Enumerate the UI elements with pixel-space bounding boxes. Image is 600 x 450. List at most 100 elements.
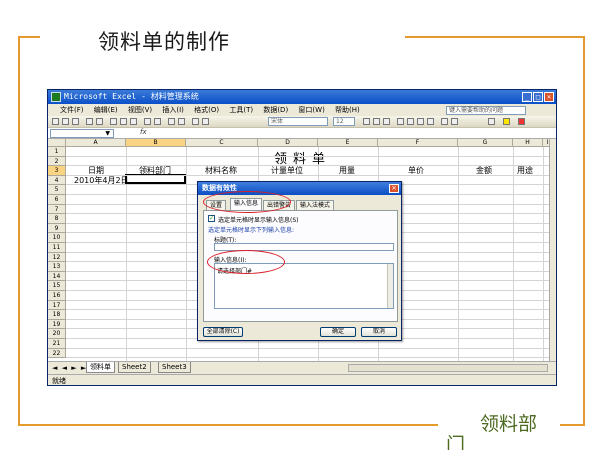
row-header[interactable]: 18 — [48, 310, 66, 320]
horizontal-scrollbar[interactable] — [348, 364, 548, 372]
sort-icon[interactable] — [178, 118, 185, 125]
save-icon[interactable] — [72, 118, 79, 125]
menu-edit[interactable]: 编辑(E) — [94, 106, 118, 114]
slide-title: 领料单的制作 — [98, 30, 230, 54]
menu-format[interactable]: 格式(O) — [194, 106, 219, 114]
vertical-scrollbar[interactable] — [549, 139, 556, 361]
column-header-e[interactable]: E — [318, 139, 378, 147]
tab-sheet3[interactable]: Sheet3 — [158, 362, 191, 373]
row-header[interactable]: 7 — [48, 204, 66, 215]
row-header[interactable]: 3 — [48, 166, 66, 176]
column-header-a[interactable]: A — [66, 139, 126, 147]
row-header[interactable]: 6 — [48, 195, 66, 205]
menu-help[interactable]: 帮助(H) — [335, 106, 360, 114]
column-header-c[interactable]: C — [186, 139, 258, 147]
highlight-oval-message — [207, 250, 285, 274]
chart-icon[interactable] — [192, 118, 199, 125]
row-header[interactable]: 14 — [48, 271, 66, 282]
new-icon[interactable] — [52, 118, 59, 125]
open-icon[interactable] — [62, 118, 69, 125]
toolbar: 宋体 12 — [48, 116, 556, 128]
row-header[interactable]: 11 — [48, 243, 66, 253]
align-left-icon[interactable] — [397, 118, 404, 125]
menu-tools[interactable]: 工具(T) — [229, 106, 253, 114]
preview-icon[interactable] — [96, 118, 103, 125]
excel-logo-icon — [51, 92, 61, 102]
fill-color-icon[interactable] — [503, 118, 510, 125]
row-header[interactable]: 8 — [48, 214, 66, 224]
highlight-oval-tabs — [203, 191, 291, 213]
font-name-select[interactable]: 宋体 — [268, 117, 328, 126]
frame-left-line — [18, 36, 20, 426]
row-header[interactable]: 15 — [48, 281, 66, 291]
currency-icon[interactable] — [441, 118, 448, 125]
ok-button[interactable]: 确定 — [320, 327, 356, 337]
clear-all-button[interactable]: 全部清除(C) — [203, 327, 243, 337]
undo-icon[interactable] — [144, 118, 151, 125]
tab-sheet-requisition[interactable]: 领料单 — [86, 362, 115, 373]
bold-icon[interactable] — [363, 118, 370, 125]
column-header-h[interactable]: H — [513, 139, 543, 147]
cut-icon[interactable] — [110, 118, 117, 125]
tab-sheet2[interactable]: Sheet2 — [118, 362, 151, 373]
row-header[interactable]: 13 — [48, 262, 66, 272]
close-button[interactable]: × — [544, 92, 554, 102]
paste-icon[interactable] — [130, 118, 137, 125]
column-header-g[interactable]: G — [458, 139, 513, 147]
percent-icon[interactable] — [451, 118, 458, 125]
row-header[interactable]: 19 — [48, 319, 66, 330]
gridline-horizontal — [66, 155, 551, 157]
row-header[interactable]: 4 — [48, 175, 66, 186]
column-header-f[interactable]: F — [378, 139, 458, 147]
sheet-tab-bar: ◄ ◄ ► ► 领料单 Sheet2 Sheet3 — [48, 361, 556, 374]
row-header[interactable]: 17 — [48, 300, 66, 311]
underline-icon[interactable] — [383, 118, 390, 125]
zoom-icon[interactable] — [202, 118, 209, 125]
align-right-icon[interactable] — [417, 118, 424, 125]
font-size-select[interactable]: 12 — [333, 117, 355, 126]
gridline-horizontal — [66, 357, 551, 359]
help-search-input[interactable]: 键入需要帮助的问题 — [446, 106, 526, 115]
redo-icon[interactable] — [154, 118, 161, 125]
show-input-message-checkbox[interactable]: ✓ — [208, 215, 215, 222]
name-box[interactable]: ▼ — [50, 129, 114, 138]
menu-insert[interactable]: 插入(I) — [162, 106, 184, 114]
select-all-corner[interactable] — [48, 139, 66, 147]
column-header-d[interactable]: D — [258, 139, 318, 147]
cancel-button[interactable]: 取消 — [361, 327, 397, 337]
row-header[interactable]: 2 — [48, 156, 66, 167]
row-header[interactable]: 1 — [48, 147, 66, 157]
row-header[interactable]: 20 — [48, 329, 66, 339]
frame-right-line — [583, 36, 585, 426]
excel-window-title: Microsoft Excel - 材料管理系统 — [64, 92, 199, 101]
checkbox-label: 选定单元格时显示输入信息(S) — [218, 217, 299, 224]
row-header[interactable]: 5 — [48, 185, 66, 195]
copy-icon[interactable] — [120, 118, 127, 125]
menu-view[interactable]: 视图(V) — [128, 106, 152, 114]
excel-title-bar[interactable]: Microsoft Excel - 材料管理系统 _ □ × — [48, 90, 556, 104]
column-header-b[interactable]: B — [126, 139, 186, 147]
dialog-close-icon[interactable]: × — [389, 184, 399, 193]
row-header[interactable]: 12 — [48, 252, 66, 263]
border-icon[interactable] — [488, 118, 495, 125]
sum-icon[interactable] — [168, 118, 175, 125]
row-header[interactable]: 22 — [48, 348, 66, 359]
row-header[interactable]: 21 — [48, 339, 66, 349]
font-color-icon[interactable] — [518, 118, 525, 125]
minimize-button[interactable]: _ — [522, 92, 532, 102]
textarea-scrollbar[interactable] — [387, 264, 393, 308]
menu-data[interactable]: 数据(D) — [263, 106, 288, 114]
print-icon[interactable] — [86, 118, 93, 125]
menu-window[interactable]: 窗口(W) — [298, 106, 324, 114]
tab-ime-mode[interactable]: 输入法模式 — [296, 200, 335, 210]
formula-bar: ▼ fx — [48, 128, 556, 139]
merge-icon[interactable] — [427, 118, 434, 125]
italic-icon[interactable] — [373, 118, 380, 125]
tab-nav-arrows[interactable]: ◄ ◄ ► ► — [52, 362, 87, 374]
row-header[interactable]: 16 — [48, 291, 66, 301]
row-header[interactable]: 9 — [48, 223, 66, 234]
maximize-button[interactable]: □ — [533, 92, 543, 102]
menu-file[interactable]: 文件(F) — [60, 106, 84, 114]
row-header[interactable]: 10 — [48, 233, 66, 243]
align-center-icon[interactable] — [407, 118, 414, 125]
